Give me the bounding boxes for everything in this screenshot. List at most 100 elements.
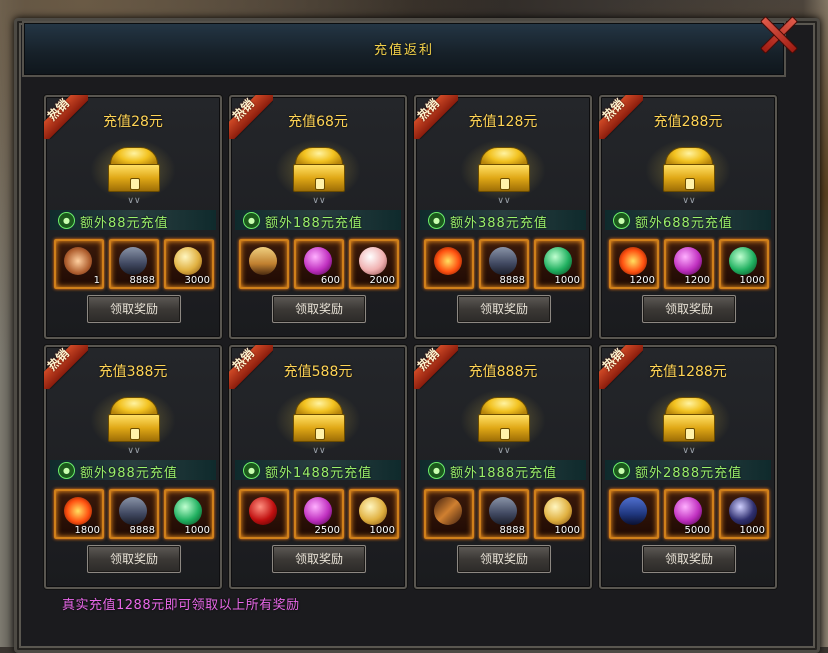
gold-chest-icon (90, 389, 176, 451)
chevron-divider-icon: ∨∨ (682, 446, 696, 456)
item-quantity: 1800 (74, 525, 100, 536)
gold-orb-icon (359, 497, 387, 525)
dark-orb-icon (729, 497, 757, 525)
reward-item-slot[interactable] (609, 489, 659, 539)
reward-item-slot[interactable]: 1200 (609, 239, 659, 289)
window-title: 充值返利 (373, 43, 434, 58)
gold-chest-icon (645, 389, 731, 451)
bonus-text: 额外2888元充值 (635, 466, 743, 481)
anvil-item-icon (119, 247, 147, 275)
bonus-bar: ● 额外1488元充值 (235, 460, 401, 481)
claim-reward-button[interactable]: 领取奖励 (457, 545, 551, 573)
anvil-item-icon (489, 497, 517, 525)
item-quantity: 1000 (184, 525, 210, 536)
fire-item-icon (434, 247, 462, 275)
reward-item-slot[interactable]: 1000 (719, 489, 769, 539)
claim-reward-button[interactable]: 领取奖励 (272, 295, 366, 323)
chevron-divider-icon: ∨∨ (312, 196, 326, 206)
reward-item-slot[interactable]: 600 (294, 239, 344, 289)
chevron-divider-icon: ∨∨ (682, 196, 696, 206)
item-quantity: 8888 (129, 525, 155, 536)
bonus-text: 额外1488元充值 (265, 466, 373, 481)
reward-item-slot[interactable] (424, 489, 474, 539)
chevron-divider-icon: ∨∨ (497, 446, 511, 456)
pink-orb-icon (359, 247, 387, 275)
bonus-text: 额外188元充值 (265, 216, 363, 231)
reward-item-slot[interactable]: 3000 (164, 239, 214, 289)
reward-card: 热销 充值28元 ∨∨ ● 额外88元充值 1 8888 3000 领取奖励 (44, 95, 222, 339)
purple-orb-icon (674, 247, 702, 275)
recharge-amount-title: 充值288元 (653, 114, 723, 130)
claim-reward-button[interactable]: 领取奖励 (272, 545, 366, 573)
reward-item-slot[interactable] (239, 239, 289, 289)
reward-item-slot[interactable]: 1000 (534, 239, 584, 289)
reward-item-slot[interactable]: 1000 (164, 489, 214, 539)
close-x-icon[interactable] (757, 14, 797, 54)
reward-item-slot[interactable]: 2500 (294, 489, 344, 539)
reward-card: 热销 充值388元 ∨∨ ● 额外988元充值 1800 8888 1000 领取奖励 (44, 345, 222, 589)
gold-chest-icon (460, 139, 546, 201)
purple-orb-icon (304, 247, 332, 275)
bonus-bar: ● 额外88元充值 (50, 210, 216, 231)
reward-item-slot[interactable]: 1000 (719, 239, 769, 289)
claim-reward-button[interactable]: 领取奖励 (87, 545, 181, 573)
claim-reward-button[interactable]: 领取奖励 (642, 295, 736, 323)
item-quantity: 1000 (554, 275, 580, 286)
item-quantity: 1200 (629, 275, 655, 286)
item-quantity: 1200 (684, 275, 710, 286)
recharge-amount-title: 充值1288元 (649, 364, 727, 380)
bonus-badge-icon: ● (613, 462, 630, 479)
gold-chest-icon (460, 389, 546, 451)
gold-orb-icon (544, 497, 572, 525)
reward-item-slot[interactable]: 8888 (479, 489, 529, 539)
reward-item-slot[interactable] (424, 239, 474, 289)
bonus-bar: ● 额外988元充值 (50, 460, 216, 481)
item-quantity: 1000 (554, 525, 580, 536)
staff-weapon-icon (434, 497, 462, 525)
reward-item-slot[interactable]: 2000 (349, 239, 399, 289)
bonus-bar: ● 额外688元充值 (605, 210, 771, 231)
reward-item-slot[interactable]: 1800 (54, 489, 104, 539)
reward-item-slot[interactable]: 8888 (479, 239, 529, 289)
reward-card: 热销 充值588元 ∨∨ ● 额外1488元充值 2500 1000 领取奖励 (229, 345, 407, 589)
reward-item-slot[interactable] (239, 489, 289, 539)
purple-orb-icon (304, 497, 332, 525)
reward-item-slot[interactable]: 1200 (664, 239, 714, 289)
bonus-badge-icon: ● (428, 212, 445, 229)
chevron-divider-icon: ∨∨ (497, 196, 511, 206)
skeleton-figure-icon (249, 247, 277, 275)
chevron-divider-icon: ∨∨ (127, 196, 141, 206)
bonus-text: 额外1888元充值 (450, 466, 558, 481)
reward-item-slot[interactable]: 8888 (109, 489, 159, 539)
claim-reward-button[interactable]: 领取奖励 (457, 295, 551, 323)
reward-item-slot[interactable]: 1000 (534, 489, 584, 539)
recharge-amount-title: 充值388元 (98, 364, 168, 380)
bonus-badge-icon: ● (58, 462, 75, 479)
claim-reward-button[interactable]: 领取奖励 (87, 295, 181, 323)
chevron-divider-icon: ∨∨ (127, 446, 141, 456)
item-quantity: 5000 (684, 525, 710, 536)
fire-item-icon (619, 247, 647, 275)
reward-item-slot[interactable]: 1 (54, 239, 104, 289)
crown-item-icon (64, 247, 92, 275)
item-quantity: 8888 (129, 275, 155, 286)
bonus-text: 额外388元充值 (450, 216, 548, 231)
bonus-text: 额外88元充值 (80, 216, 169, 231)
reward-item-slot[interactable]: 5000 (664, 489, 714, 539)
reward-card: 热销 充值68元 ∨∨ ● 额外188元充值 600 2000 领取奖励 (229, 95, 407, 339)
chevron-divider-icon: ∨∨ (312, 446, 326, 456)
bonus-bar: ● 额外2888元充值 (605, 460, 771, 481)
item-quantity: 1000 (739, 275, 765, 286)
reward-item-slot[interactable]: 8888 (109, 239, 159, 289)
gold-orb-icon (174, 247, 202, 275)
reward-item-slot[interactable]: 1000 (349, 489, 399, 539)
item-quantity: 1 (93, 275, 100, 286)
bonus-bar: ● 额外388元充值 (420, 210, 586, 231)
recharge-amount-title: 充值68元 (288, 114, 348, 130)
gold-chest-icon (275, 389, 361, 451)
bonus-bar: ● 额外188元充值 (235, 210, 401, 231)
bonus-badge-icon: ● (428, 462, 445, 479)
claim-reward-button[interactable]: 领取奖励 (642, 545, 736, 573)
bonus-badge-icon: ● (58, 212, 75, 229)
purple-orb-icon (674, 497, 702, 525)
